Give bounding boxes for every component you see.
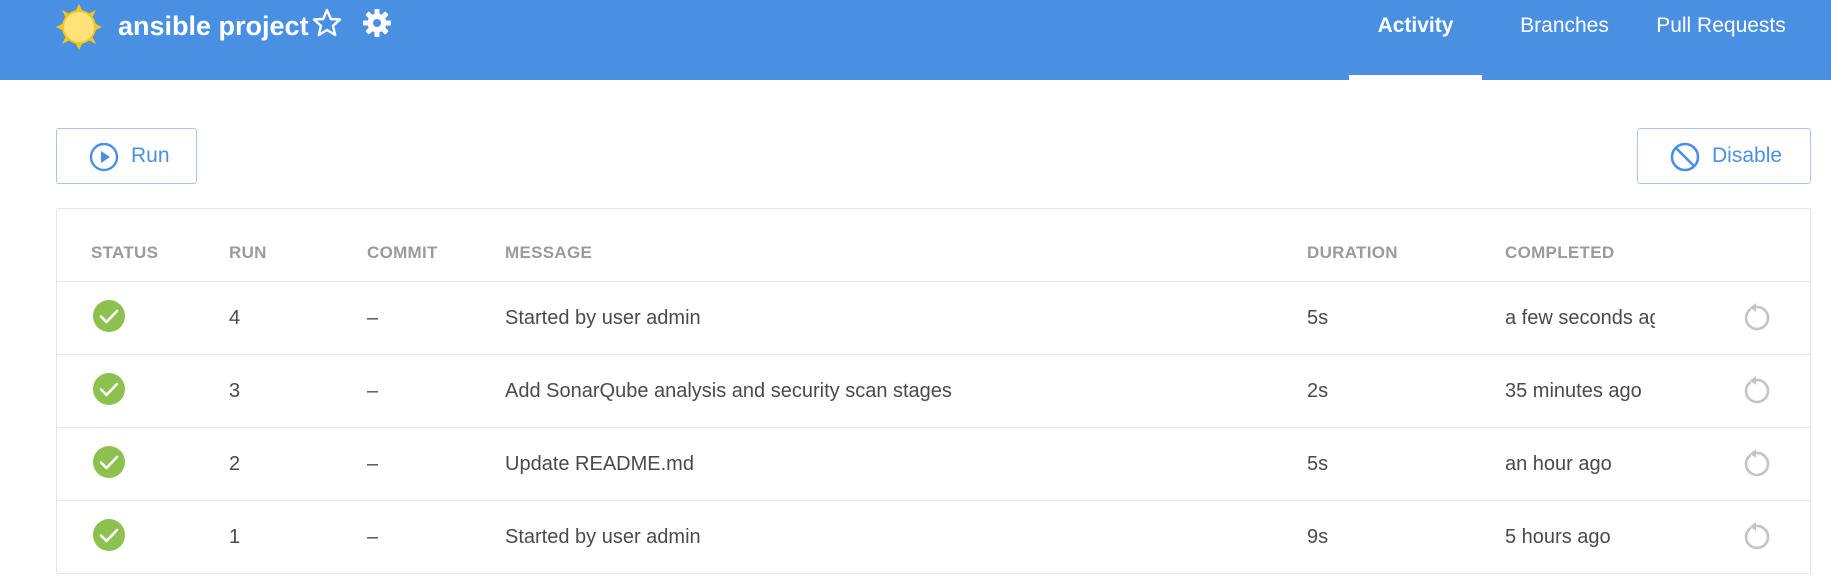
project-title[interactable]: ansible project [118, 6, 309, 46]
column-header-message: MESSAGE [505, 243, 593, 262]
run-completed: a few seconds ago [1505, 307, 1655, 329]
replay-icon[interactable] [1740, 448, 1772, 480]
run-message: Started by user admin [505, 526, 701, 548]
run-number: 2 [229, 453, 241, 475]
run-number: 4 [229, 307, 241, 329]
run-completed: 35 minutes ago [1505, 380, 1642, 402]
block-icon [1670, 142, 1700, 172]
check-circle-icon [93, 373, 125, 405]
table-row[interactable]: 2 – Update README.md 5s an hour ago [57, 427, 1810, 500]
star-icon[interactable] [312, 8, 342, 38]
commit-id: – [367, 526, 379, 548]
sun-logo-icon [56, 4, 102, 50]
disable-button[interactable]: Disable [1637, 128, 1811, 184]
tab-pull-requests[interactable]: Pull Requests [1646, 0, 1796, 80]
run-completed: an hour ago [1505, 453, 1612, 475]
column-header-run: RUN [229, 243, 267, 262]
play-circle-icon [89, 142, 119, 172]
top-header: ansible project Activity Branches Pull R… [0, 0, 1831, 80]
run-duration: 2s [1307, 380, 1329, 402]
replay-icon[interactable] [1740, 521, 1772, 553]
check-circle-icon [93, 446, 125, 478]
replay-icon[interactable] [1740, 375, 1772, 407]
run-duration: 9s [1307, 526, 1329, 548]
commit-id: – [367, 380, 379, 402]
run-button-label: Run [131, 144, 170, 167]
column-header-commit: COMMIT [367, 243, 438, 262]
run-message: Update README.md [505, 453, 694, 475]
column-header-status: STATUS [91, 243, 159, 262]
run-duration: 5s [1307, 453, 1329, 475]
table-row[interactable]: 1 – Started by user admin 9s 5 hours ago [57, 500, 1810, 573]
run-message: Started by user admin [505, 307, 701, 329]
column-header-duration: DURATION [1307, 243, 1398, 262]
replay-icon[interactable] [1740, 302, 1772, 334]
run-duration: 5s [1307, 307, 1329, 329]
check-circle-icon [93, 519, 125, 551]
run-completed: 5 hours ago [1505, 526, 1611, 548]
commit-id: – [367, 307, 379, 329]
table-row[interactable]: 4 – Started by user admin 5s a few secon… [57, 281, 1810, 354]
check-circle-icon [93, 300, 125, 332]
disable-button-label: Disable [1712, 144, 1783, 167]
run-message: Add SonarQube analysis and security scan… [505, 380, 952, 402]
column-header-completed: COMPLETED [1505, 243, 1615, 262]
run-number: 1 [229, 526, 241, 548]
activity-table: STATUS RUN COMMIT MESSAGE DURATION COMPL… [56, 208, 1811, 574]
tab-activity[interactable]: Activity [1349, 0, 1482, 80]
gear-icon[interactable] [362, 8, 392, 38]
table-row[interactable]: 3 – Add SonarQube analysis and security … [57, 354, 1810, 427]
run-number: 3 [229, 380, 241, 402]
commit-id: – [367, 453, 379, 475]
run-button[interactable]: Run [56, 128, 197, 184]
tab-branches[interactable]: Branches [1498, 0, 1631, 80]
